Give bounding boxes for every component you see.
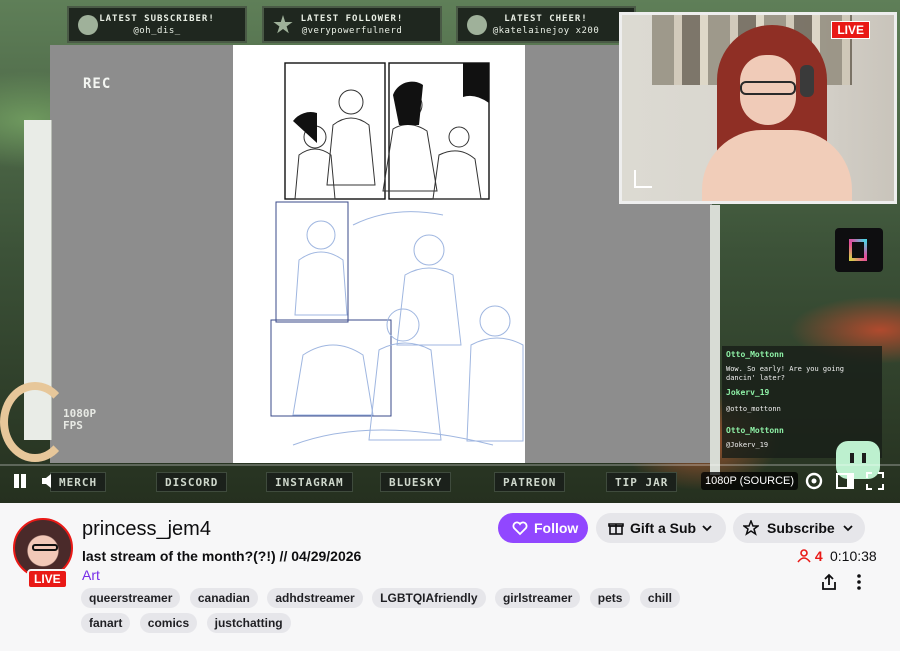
chevron-down-icon: [702, 525, 712, 532]
chat-message: Jokerv_19 @otto_mottonn: [726, 388, 781, 414]
fullscreen-icon[interactable]: [864, 470, 886, 492]
overlay-link-merch: MERCH: [50, 472, 107, 492]
overlay-links: MERCH DISCORD INSTAGRAM BLUESKY PATREON …: [50, 472, 710, 492]
webcam-feed: LIVE: [619, 12, 897, 204]
overlay-link-bluesky: BLUESKY: [380, 472, 452, 492]
volume-icon[interactable]: [40, 472, 58, 490]
overlay-link-tipjar: TIP JAR: [606, 472, 678, 492]
rec-label: REC: [83, 76, 112, 92]
follow-button[interactable]: Follow: [498, 513, 588, 543]
app-icon: [835, 228, 883, 272]
subscribe-button[interactable]: Subscribe: [733, 513, 865, 543]
category-link[interactable]: Art: [82, 567, 100, 583]
follow-label: Follow: [534, 520, 579, 536]
gift-label: Gift a Sub: [630, 520, 697, 536]
chevron-down-icon: [843, 525, 853, 532]
comic-page: [233, 45, 525, 463]
stream-page: LATEST SUBSCRIBER! @oh_dis_ LATEST FOLLO…: [0, 0, 900, 651]
video-player[interactable]: LATEST SUBSCRIBER! @oh_dis_ LATEST FOLLO…: [0, 0, 900, 503]
tag[interactable]: comics: [139, 613, 198, 633]
viewer-count: 4: [797, 548, 823, 564]
tag[interactable]: justchatting: [206, 613, 291, 633]
chat-text: Wow. So early! Are you going dancin' lat…: [726, 365, 845, 382]
tag[interactable]: girlstreamer: [494, 588, 581, 608]
chat-username: Jokerv_19: [726, 388, 770, 397]
quality-badge[interactable]: 1080P (SOURCE): [701, 472, 798, 490]
frame-corner: [634, 170, 652, 188]
snake-decoration: [0, 382, 70, 462]
live-badge: LIVE: [27, 569, 68, 589]
tag-list: queerstreamer canadian adhdstreamer LGBT…: [81, 588, 701, 638]
tag[interactable]: queerstreamer: [81, 588, 181, 608]
chat-message: Otto_Mottonn @Jokerv_19: [726, 426, 784, 450]
headset-icon: [800, 65, 814, 97]
stream-title: last stream of the month?(?!) // 04/29/2…: [82, 548, 362, 564]
heart-icon: [512, 521, 528, 536]
tag[interactable]: canadian: [189, 588, 258, 608]
glasses-icon: [740, 81, 796, 95]
latest-subscriber-alert: LATEST SUBSCRIBER! @oh_dis_: [67, 6, 247, 43]
tag[interactable]: pets: [589, 588, 631, 608]
pause-button[interactable]: [13, 474, 29, 490]
alert-title: LATEST FOLLOWER!: [300, 14, 404, 24]
channel-info: LIVE princess_jem4 last stream of the mo…: [0, 503, 900, 651]
tag[interactable]: fanart: [81, 613, 131, 633]
tag[interactable]: chill: [639, 588, 680, 608]
dollar-icon: [467, 15, 487, 35]
person-icon: [797, 549, 811, 563]
overlay-link-patreon: PATREON: [494, 472, 566, 492]
gift-icon: [608, 523, 624, 535]
user-icon: [78, 15, 98, 35]
chat-username: Otto_Mottonn: [726, 426, 784, 435]
tag[interactable]: adhdstreamer: [267, 588, 363, 608]
latest-cheer-alert: LATEST CHEER! @katelainejoy x200: [456, 6, 636, 43]
channel-name[interactable]: princess_jem4: [82, 518, 211, 541]
webcam-live-badge: LIVE: [831, 21, 870, 39]
alert-value: @verypowerfulnerd: [301, 26, 403, 36]
chat-username: Otto_Mottonn: [726, 350, 784, 359]
theatre-mode-icon[interactable]: [834, 470, 856, 492]
share-icon[interactable]: [820, 573, 838, 591]
overlay-link-instagram: INSTAGRAM: [266, 472, 353, 492]
chat-text: @Jokerv_19: [726, 441, 769, 449]
subscribe-label: Subscribe: [767, 520, 835, 536]
gift-sub-button[interactable]: Gift a Sub: [596, 513, 726, 543]
viewer-count-value: 4: [814, 548, 823, 564]
uptime: 0:10:38: [830, 548, 877, 564]
progress-bar[interactable]: [0, 464, 900, 466]
overlay-frame-strip: [710, 205, 720, 475]
latest-follower-alert: LATEST FOLLOWER! @verypowerfulnerd: [262, 6, 442, 43]
chat-text: @otto_mottonn: [726, 405, 781, 413]
more-options-icon[interactable]: [851, 573, 867, 591]
settings-gear-icon[interactable]: [803, 470, 825, 492]
chat-message: Otto_Mottonn Wow. So early! Are you goin…: [726, 350, 876, 383]
overlay-link-discord: DISCORD: [156, 472, 228, 492]
tag[interactable]: LGBTQIAfriendly: [372, 588, 486, 608]
star-icon: [743, 520, 759, 536]
